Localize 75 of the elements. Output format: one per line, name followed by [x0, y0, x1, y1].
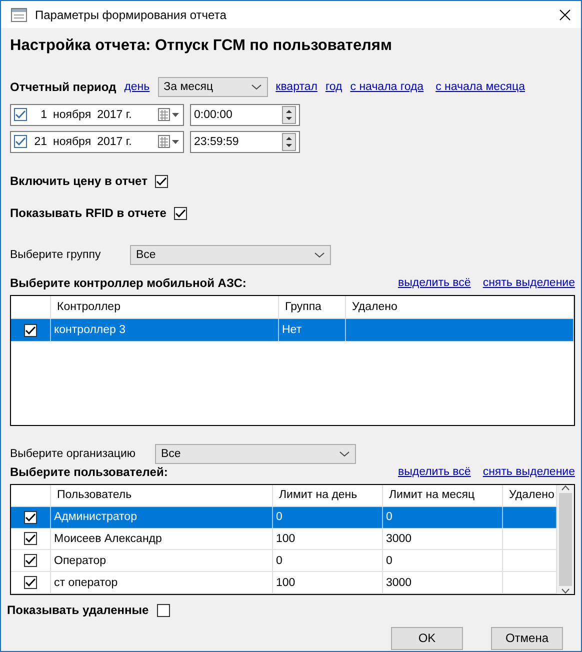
deselect-link[interactable]: снять выделение [482, 466, 575, 478]
period-link[interactable]: с начала месяца [436, 81, 525, 93]
table-cell: 3000 [383, 528, 503, 550]
table-cell: контроллер 3 [51, 319, 279, 341]
table-row[interactable]: Оператор 0 0 [11, 550, 557, 572]
table-cell: 3000 [383, 572, 503, 593]
period-link[interactable]: день [124, 81, 150, 93]
option-label: Включить цену в отчет [10, 174, 148, 188]
column-header[interactable]: Лимит на месяц [383, 485, 503, 506]
checkbox[interactable] [14, 108, 27, 121]
column-header[interactable]: Пользователь [51, 485, 273, 506]
dialog-button[interactable]: Отмена [491, 626, 563, 650]
table-cell: 0 [383, 550, 503, 572]
dropdown-caret-icon [250, 84, 262, 90]
group-label: Выберите группу [10, 249, 102, 261]
table-cell: 0 [273, 550, 383, 572]
period-link[interactable]: год [325, 81, 342, 93]
dropdown-caret-icon [314, 252, 325, 258]
table-cell: Администратор [51, 506, 273, 528]
table-cell: Моисеев Александр [51, 528, 273, 550]
option-label: Показывать удаленные [7, 603, 149, 617]
group-select[interactable]: Все [130, 245, 331, 265]
deselect-link[interactable]: снять выделение [482, 277, 575, 289]
table-cell: Нет [279, 319, 346, 341]
select-all-link[interactable]: выделить всё [398, 466, 471, 478]
spin-buttons-icon[interactable] [282, 106, 296, 124]
scroll-up-icon[interactable] [561, 485, 570, 491]
calendar-dropdown-icon[interactable] [158, 135, 180, 148]
organization-select[interactable]: Все [155, 444, 356, 464]
scroll-down-icon[interactable] [561, 588, 570, 594]
spin-buttons-icon[interactable] [282, 132, 296, 150]
organization-label: Выберите организацию [10, 448, 137, 460]
table-cell: 100 [273, 528, 383, 550]
column-header[interactable]: Удалено [346, 296, 574, 318]
date-picker[interactable]: 21 ноября 2017 г. [10, 130, 184, 152]
table-cell: Оператор [51, 550, 273, 572]
dropdown-caret-icon [339, 451, 350, 457]
checkbox[interactable] [24, 510, 37, 524]
column-header[interactable]: Группа [279, 296, 346, 318]
time-field[interactable]: 0:00:00 [190, 104, 300, 126]
dialog-button[interactable]: OK [391, 626, 463, 650]
checkbox[interactable] [24, 554, 37, 568]
option-label: Показывать RFID в отчете [10, 206, 166, 220]
table-row[interactable]: Администратор 0 0 [11, 506, 557, 529]
section-label: Выберите контроллер мобильной АЗС: [10, 276, 246, 290]
checkbox[interactable] [14, 135, 27, 148]
table-cell: 0 [383, 506, 503, 528]
checkbox[interactable] [156, 604, 170, 616]
table-row[interactable]: контроллер 3 Нет [11, 319, 574, 342]
table-cell: 100 [273, 572, 383, 593]
column-header[interactable]: Лимит на день [273, 485, 383, 506]
scrollbar[interactable] [557, 485, 574, 594]
table-row[interactable]: Моисеев Александр 100 3000 [11, 528, 557, 550]
close-icon[interactable] [559, 8, 571, 20]
window-title: Параметры формирования отчета [35, 8, 228, 22]
calendar-dropdown-icon[interactable] [158, 108, 180, 121]
period-label: Отчетный период [10, 80, 116, 94]
checkbox[interactable] [24, 324, 37, 336]
period-link[interactable]: квартал [276, 81, 318, 93]
checkbox[interactable] [155, 174, 168, 188]
column-header[interactable]: Контроллер [51, 296, 279, 318]
report-heading: Настройка отчета: Отпуск ГСМ по пользователям [10, 37, 393, 55]
checkbox[interactable] [24, 532, 37, 546]
period-select[interactable]: За месяц [158, 77, 268, 97]
window-icon [11, 8, 27, 22]
date-picker[interactable]: 1 ноября 2017 г. [10, 104, 184, 126]
checkbox[interactable] [24, 576, 37, 590]
section-label: Выберите пользователей: [10, 465, 168, 479]
table-cell: ст оператор [51, 572, 273, 593]
checkbox[interactable] [174, 206, 188, 220]
select-all-link[interactable]: выделить всё [398, 277, 471, 289]
time-field[interactable]: 23:59:59 [190, 130, 300, 152]
table-cell: 0 [273, 506, 383, 528]
period-link[interactable]: с начала года [350, 81, 424, 93]
table-row[interactable]: ст оператор 100 3000 [11, 572, 557, 594]
